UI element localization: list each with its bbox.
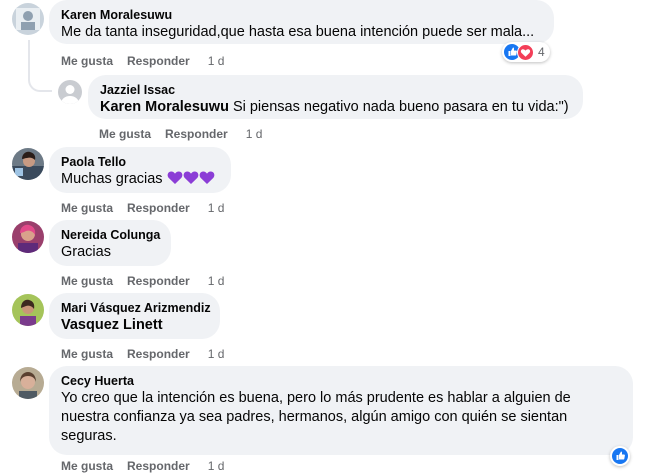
timestamp[interactable]: 1 d xyxy=(208,54,225,68)
comment-bubble-paola: Paola Tello Muchas gracias xyxy=(49,147,231,193)
purple-heart-emoji-icon xyxy=(167,171,182,184)
reply-button[interactable]: Responder xyxy=(127,201,190,215)
comment-bubble-cecy: Cecy Huerta Yo creo que la intención es … xyxy=(49,366,633,455)
comment-author[interactable]: Nereida Colunga xyxy=(61,227,160,243)
comment-author[interactable]: Karen Moralesuwu xyxy=(61,7,542,23)
timestamp[interactable]: 1 d xyxy=(208,459,225,473)
comment-author[interactable]: Cecy Huerta xyxy=(61,373,621,389)
avatar-paola[interactable] xyxy=(12,148,44,180)
comment-bubble-karen: Karen Moralesuwu Me da tanta inseguridad… xyxy=(49,0,554,44)
like-button[interactable]: Me gusta xyxy=(61,347,113,361)
purple-heart-emoji-icon xyxy=(199,171,214,184)
comment-actions: Me gusta Responder 1 d xyxy=(61,274,224,288)
reaction-summary[interactable] xyxy=(610,446,630,466)
comment-author[interactable]: Mari Vásquez Arizmendiz xyxy=(61,300,211,316)
comment-text: Gracias xyxy=(61,244,111,260)
reply-text: Si piensas negativo nada bueno pasara en… xyxy=(228,99,569,115)
comment-actions: Me gusta Responder 1 d xyxy=(61,201,224,215)
comment-author[interactable]: Jazziel Issac xyxy=(100,82,571,98)
like-button[interactable]: Me gusta xyxy=(61,201,113,215)
reply-button[interactable]: Responder xyxy=(127,459,190,473)
mention-link[interactable]: Vasquez Linett xyxy=(61,316,208,335)
like-button[interactable]: Me gusta xyxy=(61,459,113,473)
default-avatar-icon xyxy=(58,80,82,104)
avatar-mari[interactable] xyxy=(12,294,44,326)
avatar-nereida[interactable] xyxy=(12,221,44,253)
reply-bubble-jazziel: Jazziel Issac Karen Moralesuwu Si piensa… xyxy=(88,75,583,119)
like-button[interactable]: Me gusta xyxy=(99,127,151,141)
thread-connector xyxy=(28,72,52,92)
comment-text: Muchas gracias xyxy=(61,170,219,189)
timestamp[interactable]: 1 d xyxy=(208,201,225,215)
avatar-jazziel[interactable] xyxy=(58,80,82,104)
avatar-cecy[interactable] xyxy=(12,367,44,399)
mention-link[interactable]: Karen Moralesuwu xyxy=(100,99,229,115)
reaction-summary[interactable]: 4 xyxy=(502,42,550,62)
reply-button[interactable]: Responder xyxy=(127,54,190,68)
reply-button[interactable]: Responder xyxy=(127,274,190,288)
like-button[interactable]: Me gusta xyxy=(61,54,113,68)
like-reaction-icon xyxy=(612,448,628,464)
reaction-count: 4 xyxy=(538,45,545,59)
timestamp[interactable]: 1 d xyxy=(246,127,263,141)
comment-text: Yo creo que la intención es buena, pero … xyxy=(61,390,571,444)
comment-text: Karen Moralesuwu Si piensas negativo nad… xyxy=(100,98,571,117)
comment-actions: Me gusta Responder 1 d xyxy=(61,347,224,361)
comment-bubble-nereida: Nereida Colunga Gracias xyxy=(49,220,171,266)
purple-heart-emoji-icon xyxy=(183,171,198,184)
comment-author[interactable]: Paola Tello xyxy=(61,154,219,170)
timestamp[interactable]: 1 d xyxy=(208,347,225,361)
comment-actions: Me gusta Responder 1 d xyxy=(99,127,262,141)
comment-actions: Me gusta Responder 1 d xyxy=(61,459,224,473)
timestamp[interactable]: 1 d xyxy=(208,274,225,288)
like-button[interactable]: Me gusta xyxy=(61,274,113,288)
reply-button[interactable]: Responder xyxy=(165,127,228,141)
love-reaction-icon xyxy=(517,43,534,61)
avatar-karen[interactable] xyxy=(12,3,44,35)
comment-actions: Me gusta Responder 1 d xyxy=(61,54,224,68)
comment-bubble-mari: Mari Vásquez Arizmendiz Vasquez Linett xyxy=(49,293,220,339)
comment-text: Me da tanta inseguridad,que hasta esa bu… xyxy=(61,24,535,40)
reply-button[interactable]: Responder xyxy=(127,347,190,361)
